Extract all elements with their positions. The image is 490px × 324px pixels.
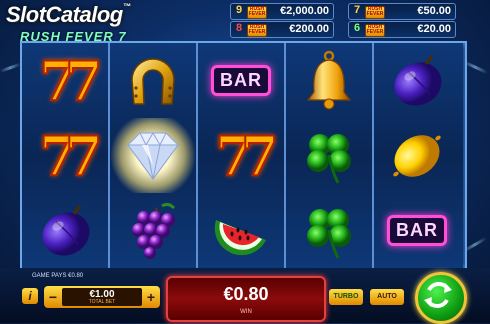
seven-symbol: 77 — [38, 123, 103, 189]
horseshoe-icon — [131, 57, 175, 105]
watermelon-icon — [214, 219, 266, 255]
horseshoe-symbol — [110, 43, 196, 118]
win-label: WIN — [240, 309, 252, 315]
game-logo: SlotCatalog™ RUSH FEVER 7 — [6, 2, 156, 46]
total-bet-label: TOTAL BET — [88, 299, 116, 305]
bell-symbol — [286, 43, 372, 118]
total-bet-display: €1.00 TOTAL BET — [62, 288, 142, 306]
jackpot-amount: €2,000.00 — [280, 5, 329, 17]
grapes-symbol — [110, 193, 196, 268]
bar-symbol: BAR — [374, 193, 460, 268]
jackpot-9: 9 RUSH FEVER €2,000.00 — [230, 3, 334, 20]
jackpot-level: 8 — [235, 22, 243, 34]
plum-icon — [42, 204, 90, 256]
reel-4 — [286, 43, 374, 269]
win-amount: €0.80 — [223, 284, 269, 304]
diamond-symbol — [110, 118, 196, 193]
reel-2 — [110, 43, 198, 269]
reel-1: 77 77 — [22, 43, 110, 269]
brand-watermark: SlotCatalog™ — [6, 2, 131, 27]
reel-3: BAR 77 — [198, 43, 286, 269]
bell-icon — [306, 50, 352, 109]
lemon-symbol — [374, 118, 460, 193]
jackpot-amount: €50.00 — [417, 5, 451, 17]
jackpot-6: 6 RUSH FEVER €20.00 — [348, 21, 456, 38]
rush-fever-icon: RUSH FEVER — [247, 24, 267, 37]
plum-symbol — [22, 193, 108, 268]
jackpot-level: 6 — [353, 22, 361, 34]
clover-symbol — [286, 118, 372, 193]
jackpot-8: 8 RUSH FEVER €200.00 — [230, 21, 334, 38]
light-streak — [0, 62, 22, 73]
rush-fever-icon: RUSH FEVER — [247, 6, 267, 19]
bar-label: BAR — [387, 215, 447, 246]
reel-5: BAR — [374, 43, 463, 269]
bet-increase-button[interactable]: + — [144, 288, 158, 306]
lemon-icon — [393, 134, 441, 177]
seven-symbol: 77 — [38, 48, 103, 114]
seven-symbol: 77 — [214, 123, 279, 189]
info-button[interactable]: i — [22, 288, 38, 304]
jackpot-level: 7 — [353, 4, 361, 16]
bet-decrease-button[interactable]: − — [46, 288, 60, 306]
jackpot-panel: 9 RUSH FEVER €2,000.00 7 RUSH FEVER €50.… — [230, 3, 456, 38]
plum-symbol — [374, 43, 460, 118]
win-display: €0.80 WIN — [166, 276, 326, 322]
spin-button[interactable] — [415, 272, 467, 324]
watermelon-symbol — [198, 193, 284, 268]
game-pays-text: GAME PAYS €0.80 — [32, 273, 84, 279]
plum-icon — [394, 54, 442, 106]
jackpot-level: 9 — [235, 4, 243, 16]
bar-label: BAR — [211, 65, 271, 96]
rush-fever-icon: RUSH FEVER — [365, 6, 385, 19]
grapes-icon — [132, 202, 176, 259]
total-bet-control: − €1.00 TOTAL BET + — [44, 286, 160, 308]
clover-symbol — [286, 193, 372, 268]
autoplay-button[interactable]: AUTO — [370, 289, 404, 305]
jackpot-amount: €200.00 — [289, 23, 329, 35]
jackpot-7: 7 RUSH FEVER €50.00 — [348, 3, 456, 20]
clover-icon — [307, 208, 351, 259]
bar-symbol: BAR — [198, 43, 284, 118]
spin-arrows-icon — [424, 282, 452, 308]
diamond-icon — [127, 131, 179, 180]
turbo-button[interactable]: TURBO — [329, 289, 363, 305]
clover-icon — [307, 133, 351, 184]
rush-fever-icon: RUSH FEVER — [365, 24, 385, 37]
jackpot-amount: €20.00 — [417, 23, 451, 35]
reel-grid: 77 77 BAR 7 7 BAR — [20, 41, 467, 271]
